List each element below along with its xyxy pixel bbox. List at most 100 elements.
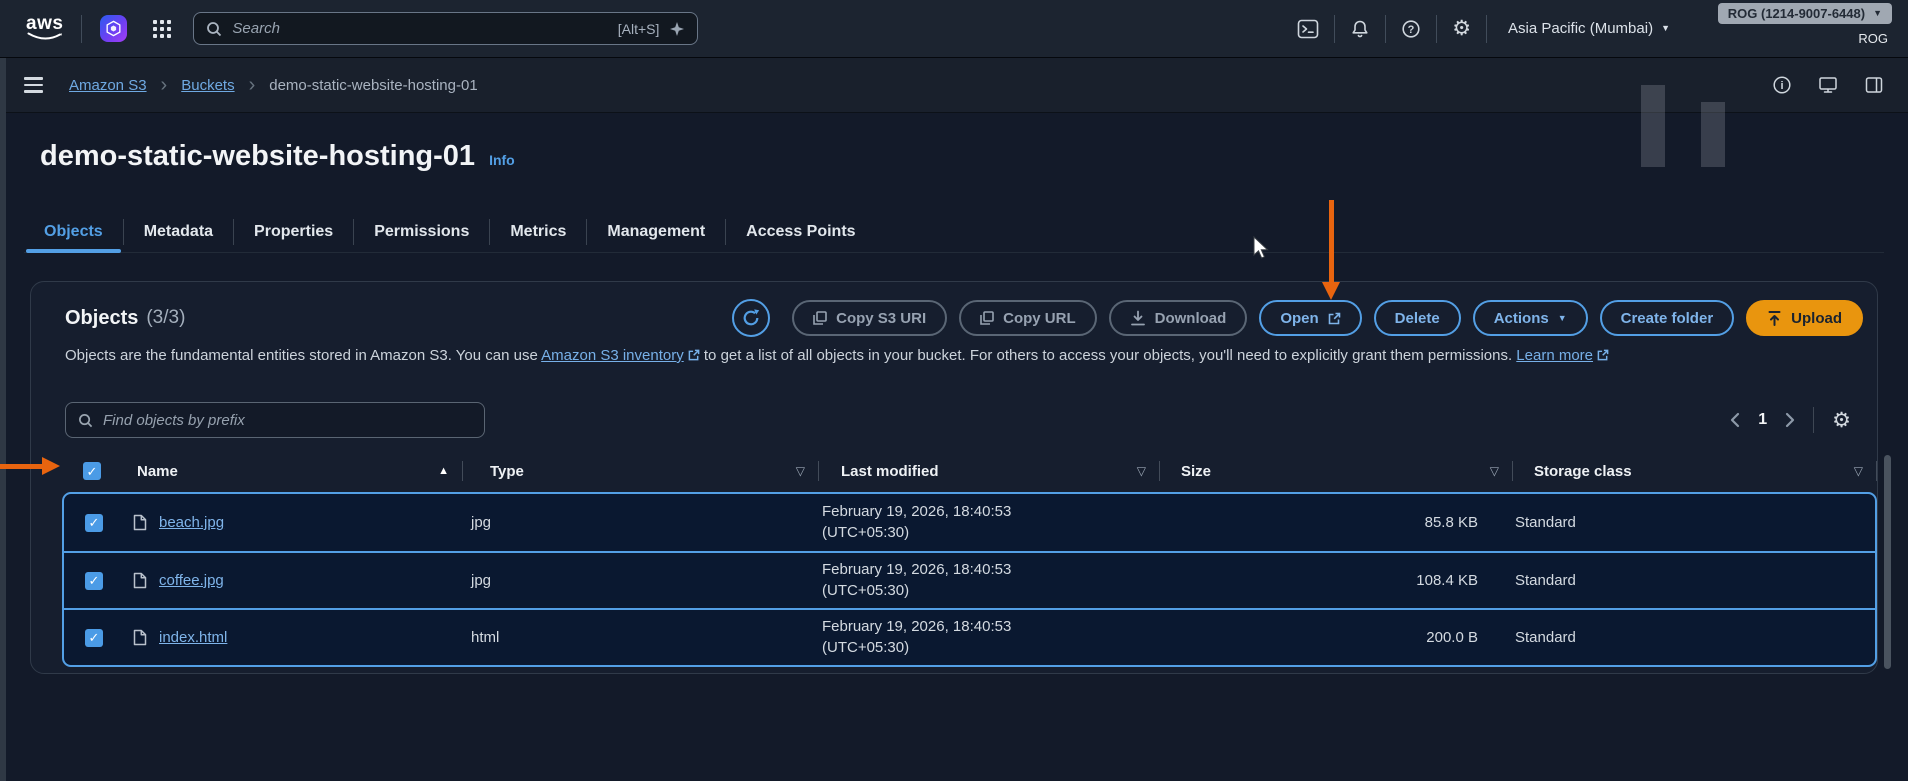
- help-icon[interactable]: ?: [1401, 19, 1421, 39]
- account-menu-button[interactable]: ROG (1214-9007-6448) ▼: [1718, 3, 1892, 24]
- refresh-button[interactable]: [732, 299, 770, 337]
- external-link-icon: [688, 349, 700, 361]
- object-size: 200.0 B: [1141, 629, 1494, 646]
- copy-icon: [980, 311, 994, 325]
- page-header: demo-static-website-hosting-01 Info: [40, 140, 515, 173]
- region-selector[interactable]: Asia Pacific (Mumbai) ▼: [1508, 20, 1670, 37]
- breadcrumb-bar: Amazon S3 › Buckets › demo-static-websit…: [0, 58, 1908, 113]
- breadcrumb-buckets[interactable]: Buckets: [181, 77, 234, 94]
- top-navigation-bar: aws [Alt+S]: [0, 0, 1908, 58]
- settings-gear-icon[interactable]: ⚙: [1452, 18, 1471, 39]
- learn-more-link[interactable]: Learn more: [1516, 347, 1609, 364]
- table-preferences-gear-icon[interactable]: ⚙: [1832, 410, 1851, 431]
- info-icon[interactable]: i: [1772, 75, 1792, 95]
- sort-icon: ▽: [1854, 464, 1863, 478]
- object-last-modified: February 19, 2026, 18:40:53 (UTC+05:30): [800, 560, 1141, 601]
- annotation-arrowhead-down: [1322, 282, 1340, 300]
- chevron-right-icon: ›: [161, 75, 168, 95]
- aws-console-page: aws [Alt+S]: [0, 0, 1908, 781]
- tab-metrics[interactable]: Metrics: [490, 212, 586, 252]
- feedback-monitor-icon[interactable]: [1818, 75, 1838, 95]
- external-link-icon: [1328, 312, 1341, 325]
- table-scrollbar-thumb[interactable]: [1884, 455, 1891, 669]
- table-row[interactable]: ✓ coffee.jpg jpg February 19, 2026, 18:4…: [64, 551, 1875, 608]
- previous-page-button[interactable]: [1730, 412, 1740, 428]
- breadcrumb-amazon-s3[interactable]: Amazon S3: [69, 77, 147, 94]
- row-checkbox[interactable]: ✓: [85, 629, 103, 647]
- tab-permissions[interactable]: Permissions: [354, 212, 489, 252]
- prefix-search-input[interactable]: [103, 412, 472, 429]
- objects-count: (3/3): [146, 307, 185, 329]
- select-all-checkbox[interactable]: ✓: [83, 462, 101, 480]
- external-link-icon: [1597, 349, 1609, 361]
- tab-metadata[interactable]: Metadata: [124, 212, 233, 252]
- tab-properties[interactable]: Properties: [234, 212, 353, 252]
- left-edge-strip: [0, 58, 6, 781]
- inventory-link[interactable]: Amazon S3 inventory: [541, 347, 700, 364]
- sort-icon: ▽: [1137, 464, 1146, 478]
- panel-title: Objects: [65, 307, 138, 330]
- apps-grid-icon[interactable]: [151, 18, 173, 40]
- download-icon: [1130, 310, 1146, 326]
- object-last-modified: February 19, 2026, 18:40:53 (UTC+05:30): [800, 617, 1141, 658]
- row-checkbox[interactable]: ✓: [85, 514, 103, 532]
- create-folder-button[interactable]: Create folder: [1600, 300, 1735, 336]
- column-header-size[interactable]: Size ▽: [1160, 452, 1513, 490]
- mouse-cursor: [1253, 236, 1271, 260]
- column-header-name[interactable]: Name ▲: [101, 452, 463, 490]
- region-label: Asia Pacific (Mumbai): [1508, 20, 1653, 37]
- row-checkbox[interactable]: ✓: [85, 572, 103, 590]
- bucket-tabs: Objects Metadata Properties Permissions …: [24, 212, 1884, 253]
- annotation-arrow-to-delete: [1329, 200, 1334, 284]
- tab-management[interactable]: Management: [587, 212, 725, 252]
- object-link[interactable]: beach.jpg: [159, 514, 224, 531]
- sort-ascending-icon: ▲: [438, 465, 449, 477]
- open-button[interactable]: Open: [1259, 300, 1361, 336]
- object-link[interactable]: coffee.jpg: [159, 572, 224, 589]
- actions-dropdown-button[interactable]: Actions ▼: [1473, 300, 1588, 336]
- annotation-arrow-to-checkbox: [0, 464, 42, 469]
- topbar-divider: [1486, 15, 1487, 43]
- search-icon: [206, 21, 222, 37]
- objects-panel-header: Objects (3/3) Copy S3 URI: [65, 298, 1863, 338]
- global-search-input[interactable]: [232, 20, 617, 37]
- current-page-number[interactable]: 1: [1758, 411, 1767, 429]
- side-panel-toggle-icon[interactable]: [1864, 75, 1884, 95]
- watermark-bar: [1641, 85, 1665, 167]
- global-search-box: [Alt+S]: [193, 12, 698, 45]
- upload-button[interactable]: Upload: [1746, 300, 1863, 336]
- chevron-down-icon: ▼: [1558, 314, 1567, 323]
- account-area: ROG (1214-9007-6448) ▼ ROG: [1718, 3, 1892, 46]
- delete-button[interactable]: Delete: [1374, 300, 1461, 336]
- pagination: 1 ⚙: [1730, 407, 1851, 433]
- object-link[interactable]: index.html: [159, 629, 227, 646]
- svg-text:i: i: [1780, 80, 1783, 92]
- table-row[interactable]: ✓ beach.jpg jpg February 19, 2026, 18:40…: [64, 494, 1875, 551]
- column-header-last-modified[interactable]: Last modified ▽: [819, 452, 1160, 490]
- download-button[interactable]: Download: [1109, 300, 1248, 336]
- hamburger-menu-icon[interactable]: [24, 77, 43, 93]
- table-row[interactable]: ✓ index.html html February 19, 2026, 18:…: [64, 608, 1875, 665]
- object-size: 85.8 KB: [1141, 514, 1494, 531]
- copy-url-button[interactable]: Copy URL: [959, 300, 1097, 336]
- notifications-bell-icon[interactable]: [1350, 19, 1370, 39]
- search-shortcut-label: [Alt+S]: [618, 21, 660, 37]
- tab-access-points[interactable]: Access Points: [726, 212, 875, 252]
- aws-logo[interactable]: aws: [26, 16, 63, 41]
- object-storage-class: Standard: [1494, 572, 1875, 589]
- svg-text:?: ?: [1408, 23, 1415, 35]
- tab-objects[interactable]: Objects: [24, 212, 123, 252]
- objects-filter-row: 1 ⚙: [65, 402, 1851, 438]
- copy-s3-uri-button[interactable]: Copy S3 URI: [792, 300, 947, 336]
- page-title: demo-static-website-hosting-01: [40, 140, 475, 173]
- info-link[interactable]: Info: [489, 152, 515, 168]
- amazon-q-icon[interactable]: [100, 15, 127, 42]
- column-header-storage-class[interactable]: Storage class ▽: [1513, 452, 1877, 490]
- next-page-button[interactable]: [1785, 412, 1795, 428]
- object-size: 108.4 KB: [1141, 572, 1494, 589]
- file-icon: [133, 572, 147, 589]
- column-header-type[interactable]: Type ▽: [463, 452, 819, 490]
- topbar-divider: [1334, 15, 1335, 43]
- cloudshell-icon[interactable]: [1297, 18, 1319, 40]
- sort-icon: ▽: [796, 464, 805, 478]
